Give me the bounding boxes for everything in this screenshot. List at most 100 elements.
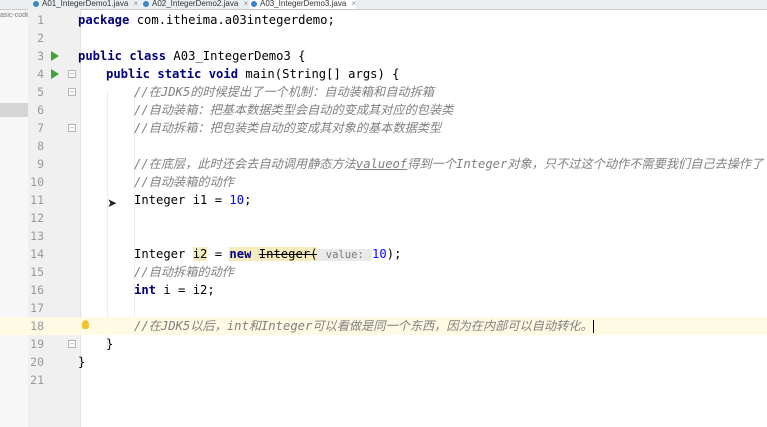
comment-link: valueof [355, 157, 408, 171]
code-token: Integer i1 = [134, 193, 230, 207]
fold-end-icon[interactable]: − [68, 124, 76, 132]
line-number: 2 [37, 31, 44, 45]
keyword: new [229, 247, 252, 261]
tab-close-icon[interactable]: × [134, 0, 139, 8]
run-class-icon[interactable] [51, 51, 59, 61]
line-number: 9 [37, 157, 44, 171]
code-line-1[interactable]: 1 package com.itheima.a03integerdemo; [0, 11, 767, 29]
code-text[interactable]: int i = i2; [134, 281, 215, 299]
code-comment[interactable]: //在JDK5以后，int和Integer可以看做是同一个东西，因为在内部可以自… [134, 317, 594, 335]
keyword: public class [78, 49, 167, 63]
code-line-19[interactable]: 19 − } [0, 335, 767, 353]
code-line-6[interactable]: 6 //自动装箱：把基本数据类型会自动的变成其对应的包装类 [0, 101, 767, 119]
line-number: 20 [30, 355, 44, 369]
line-number: 4 [37, 67, 44, 81]
keyword: int [134, 283, 157, 297]
line-number: 16 [30, 283, 44, 297]
code-line-13[interactable]: 13 [0, 227, 767, 245]
code-line-8[interactable]: 8 [0, 137, 767, 155]
line-number: 19 [30, 337, 44, 351]
tab-close-icon[interactable]: × [352, 0, 357, 8]
tab-label: A01_IntegerDemo1.java [42, 0, 129, 8]
line-number: 11 [30, 193, 44, 207]
code-text[interactable]: public static void main(String[] args) { [106, 65, 400, 83]
code-token: Integer [134, 247, 193, 261]
comment-text: 得到一个Integer对象，只不过这个动作不需要我们自己去操作了 [407, 157, 764, 171]
code-line-21[interactable]: 21 [0, 371, 767, 389]
code-comment[interactable]: //自动拆箱：把包装类自动的变成其对象的基本数据类型 [134, 119, 441, 137]
code-line-20[interactable]: 20 } [0, 353, 767, 371]
line-number: 1 [37, 13, 44, 27]
tab-a01-integerdemo1[interactable]: A01_IntegerDemo1.java × [32, 0, 138, 9]
lightbulb-icon[interactable] [82, 320, 89, 329]
keyword: public static void [106, 67, 239, 81]
line-number: 10 [30, 175, 44, 189]
line-number: 13 [30, 229, 44, 243]
fold-toggle-icon[interactable]: − [68, 70, 76, 78]
comment-text: //在底层，此时还会去自动调用静态方法 [134, 157, 356, 171]
code-comment[interactable]: //在底层，此时还会去自动调用静态方法valueof得到一个Integer对象，… [134, 155, 763, 173]
parameter-hint: value: [317, 249, 373, 261]
fold-end-icon[interactable]: − [68, 340, 76, 348]
text-caret [592, 320, 594, 333]
code-line-9[interactable]: 9 //在底层，此时还会去自动调用静态方法valueof得到一个Integer对… [0, 155, 767, 173]
number-literal: 10 [372, 247, 387, 261]
code-text[interactable]: Integer i1 = 10; [134, 191, 251, 209]
tab-label: A02_IntegerDemo2.java [152, 0, 239, 8]
code-line-5[interactable]: 5 − //在JDK5的时候提出了一个机制：自动装箱和自动拆箱 [0, 83, 767, 101]
deprecated-constructor: Integer( [258, 247, 318, 261]
code-token: = [207, 247, 230, 261]
code-text[interactable]: Integer i2 = new Integer( value: 10); [134, 245, 401, 264]
line-number: 17 [30, 301, 44, 315]
code-line-18-current[interactable]: 18 //在JDK5以后，int和Integer可以看做是同一个东西，因为在内部… [0, 317, 767, 335]
mouse-pointer-icon: ➤ [107, 196, 118, 210]
line-number: 14 [30, 247, 44, 261]
code-comment[interactable]: //在JDK5的时候提出了一个机制：自动装箱和自动拆箱 [134, 83, 434, 101]
line-number: 15 [30, 265, 44, 279]
fold-toggle-icon[interactable]: − [68, 88, 76, 96]
run-main-icon[interactable] [51, 69, 59, 79]
comment-text: //在JDK5以后，int和Integer可以看做是同一个东西，因为在内部可以自… [134, 319, 593, 333]
code-line-2[interactable]: 2 [0, 29, 767, 47]
code-token: A03_IntegerDemo3 { [166, 49, 306, 63]
number-literal: 10 [229, 193, 245, 207]
code-line-4[interactable]: 4 − public static void main(String[] arg… [0, 65, 767, 83]
code-line-10[interactable]: 10 //自动装箱的动作 [0, 173, 767, 191]
line-number: 6 [37, 103, 44, 117]
code-line-15[interactable]: 15 //自动拆箱的动作 [0, 263, 767, 281]
highlighted-variable: i2 [192, 247, 208, 261]
code-text[interactable]: } [78, 353, 85, 371]
tab-a02-integerdemo2[interactable]: A02_IntegerDemo2.java × [142, 0, 248, 9]
line-number: 5 [37, 85, 44, 99]
code-token [251, 247, 259, 261]
code-token: com.itheima.a03integerdemo; [129, 13, 335, 27]
java-class-icon [33, 1, 39, 7]
code-text[interactable]: public class A03_IntegerDemo3 { [78, 47, 305, 65]
line-number: 18 [30, 319, 44, 333]
code-token: ); [386, 247, 402, 261]
code-token: ; [244, 193, 252, 207]
keyword: package [78, 13, 130, 27]
code-comment[interactable]: //自动装箱：把基本数据类型会自动的变成其对应的包装类 [134, 101, 453, 119]
line-number: 21 [30, 373, 44, 387]
code-line-14[interactable]: 14 Integer i2 = new Integer( value: 10); [0, 245, 767, 263]
code-comment[interactable]: //自动拆箱的动作 [134, 263, 234, 281]
code-text[interactable]: package com.itheima.a03integerdemo; [78, 11, 335, 29]
tab-label: A03_IntegerDemo3.java [260, 0, 347, 8]
tab-close-icon[interactable]: × [244, 0, 249, 8]
line-number: 8 [37, 139, 44, 153]
code-line-17[interactable]: 17 [0, 299, 767, 317]
code-token: main(String[] args) { [238, 67, 400, 81]
code-comment[interactable]: //自动装箱的动作 [134, 173, 234, 191]
line-number: 12 [30, 211, 44, 225]
code-line-12[interactable]: 12 [0, 209, 767, 227]
code-line-16[interactable]: 16 int i = i2; [0, 281, 767, 299]
java-class-icon [143, 1, 149, 7]
code-line-3[interactable]: 3 public class A03_IntegerDemo3 { [0, 47, 767, 65]
code-text[interactable]: } [106, 335, 113, 353]
java-class-icon [251, 1, 257, 7]
code-token: i = i2; [156, 283, 215, 297]
code-line-7[interactable]: 7 − //自动拆箱：把包装类自动的变成其对象的基本数据类型 [0, 119, 767, 137]
code-editor[interactable]: 1 package com.itheima.a03integerdemo; 2 … [0, 9, 767, 427]
line-number: 7 [37, 121, 44, 135]
